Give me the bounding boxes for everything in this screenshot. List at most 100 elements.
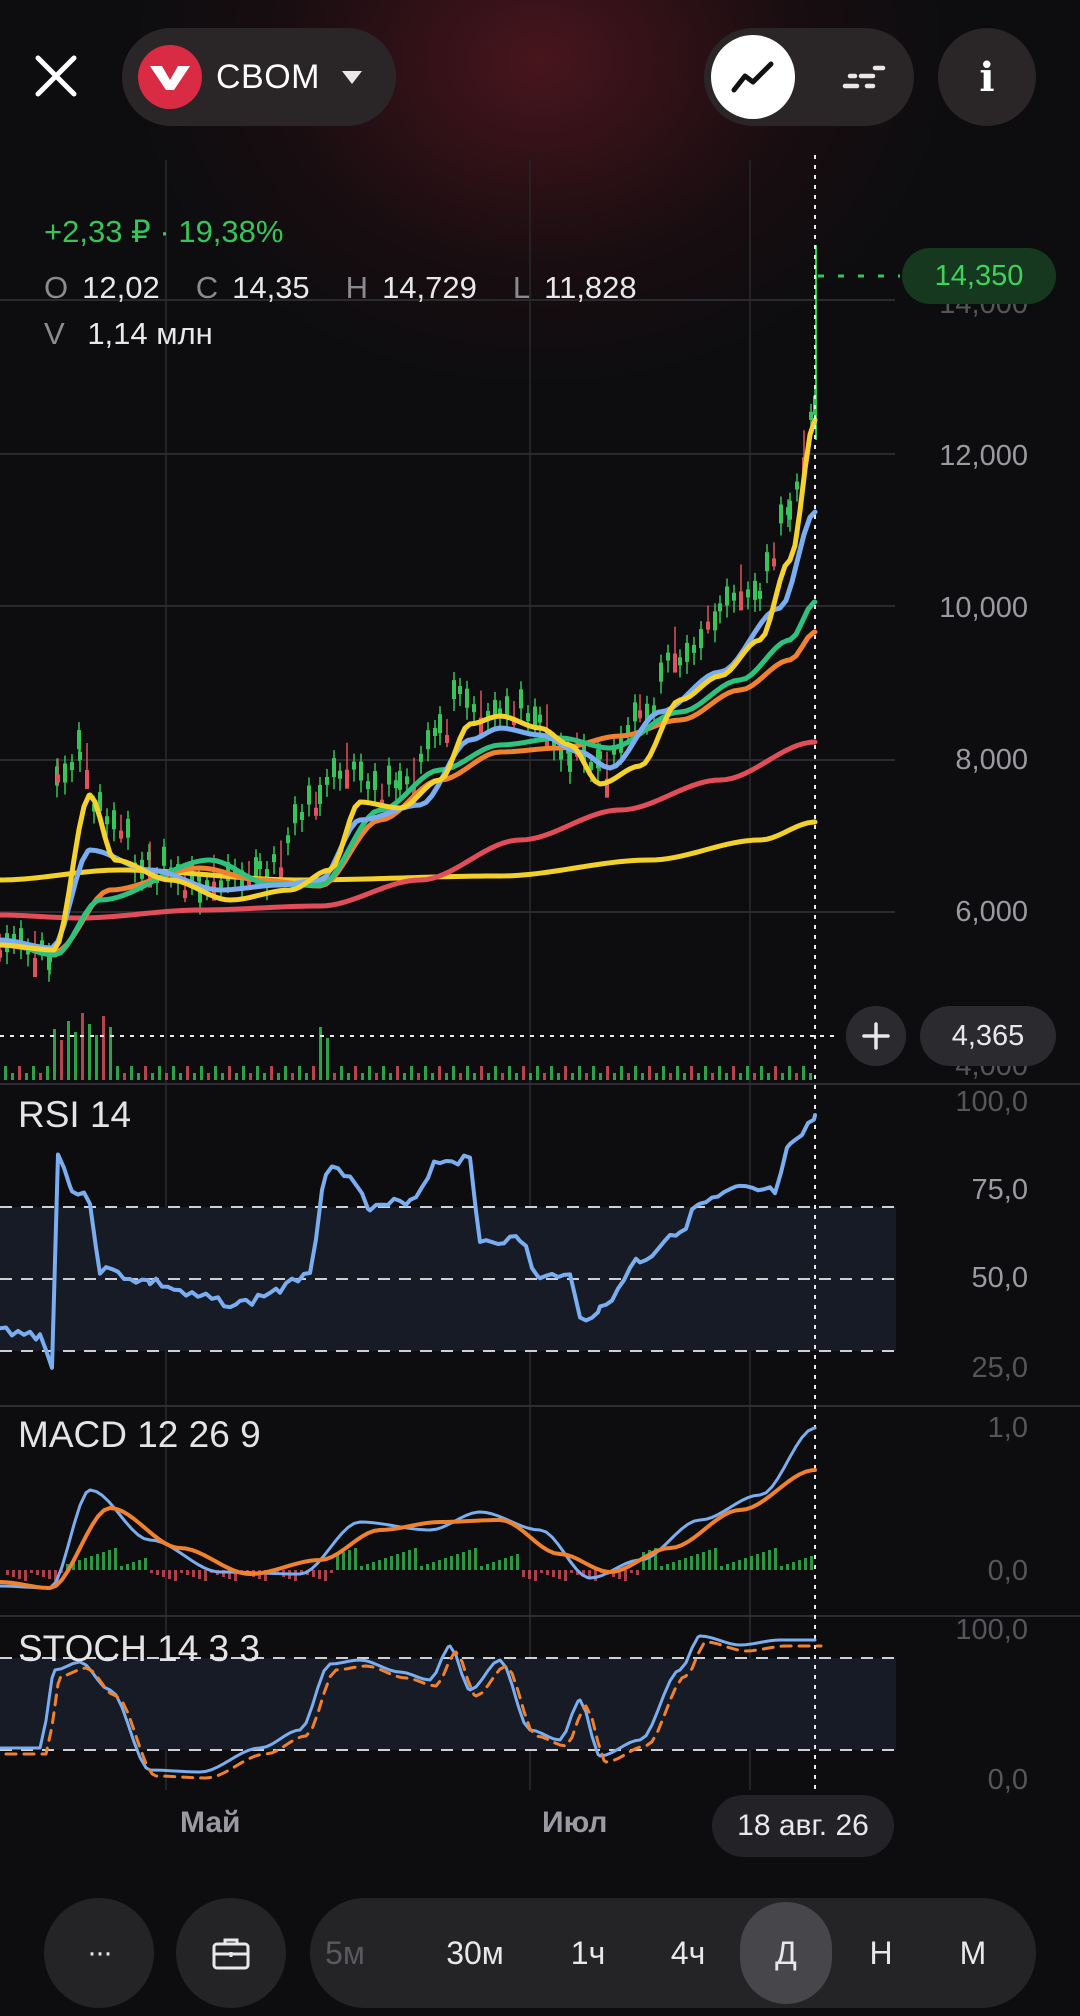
candle-body <box>338 770 342 779</box>
candle-body <box>307 785 311 805</box>
volume-bar <box>606 1066 609 1080</box>
volume-bar <box>438 1066 441 1080</box>
candle-body <box>538 714 542 723</box>
volume-bar <box>193 1073 196 1080</box>
info-icon: i <box>979 53 995 101</box>
candle-body <box>366 781 370 790</box>
volume-bar <box>557 1073 560 1080</box>
macd-histogram-bar <box>528 1570 531 1579</box>
timeframe-30m[interactable]: 30м <box>422 1898 528 2008</box>
volume-bar <box>60 1040 63 1080</box>
macd-histogram-bar <box>444 1558 447 1570</box>
candle-body <box>433 728 437 737</box>
candle-body <box>765 552 769 572</box>
close-value: 14,35 <box>232 270 310 305</box>
candle-body <box>739 591 743 611</box>
volume-bar <box>277 1073 280 1080</box>
macd-histogram-bar <box>792 1562 795 1570</box>
candle-body <box>713 611 717 631</box>
timeframe-1h[interactable]: 1ч <box>542 1898 634 2008</box>
macd-histogram-bar <box>78 1560 81 1570</box>
candle-body <box>105 816 109 825</box>
volume-bar <box>613 1073 616 1080</box>
macd-histogram-bar <box>552 1570 555 1577</box>
candle-body <box>659 662 663 682</box>
volume-bar <box>389 1073 392 1080</box>
info-button[interactable]: i <box>938 28 1036 126</box>
macd-histogram-bar <box>558 1570 561 1579</box>
macd-histogram-bar <box>432 1562 435 1570</box>
volume-bar <box>655 1073 658 1080</box>
timeframe-day[interactable]: Д <box>740 1902 832 2004</box>
cursor-date-tag: 18 авг. 26 <box>712 1795 894 1857</box>
volume-bar <box>18 1066 21 1080</box>
volume-bar <box>452 1066 455 1080</box>
macd-histogram-bar <box>594 1570 597 1581</box>
macd-histogram-bar <box>684 1558 687 1570</box>
volume-bar <box>753 1073 756 1080</box>
macd-histogram-bar <box>522 1570 525 1577</box>
volume-bar <box>102 1016 105 1080</box>
candle-body <box>162 846 166 866</box>
macd-histogram-bar <box>438 1560 441 1570</box>
macd-histogram-bar <box>384 1558 387 1570</box>
timeframe-month[interactable]: М <box>926 1898 1020 2008</box>
candle-body <box>70 762 74 771</box>
volume-bar <box>270 1066 273 1080</box>
macd-histogram-bar <box>624 1570 627 1581</box>
volume-bar <box>648 1066 651 1080</box>
candle-body <box>633 702 637 722</box>
candles-mode-button[interactable] <box>822 35 906 119</box>
volume-bar <box>361 1073 364 1080</box>
volume-bar <box>46 1066 49 1080</box>
candle-body <box>673 653 677 673</box>
timeframe-4h[interactable]: 4ч <box>642 1898 734 2008</box>
close-button[interactable] <box>24 44 88 108</box>
volume-bar <box>627 1073 630 1080</box>
volume-bar <box>4 1066 7 1080</box>
volume-bar <box>67 1021 70 1080</box>
volume-bar <box>543 1073 546 1080</box>
candle-body <box>373 771 377 791</box>
stoch-title: STOCH 14 3 3 <box>18 1628 260 1669</box>
line-chart-icon <box>731 61 774 93</box>
price-chart[interactable] <box>0 150 1080 1790</box>
volume-bar <box>186 1066 189 1080</box>
portfolio-button[interactable] <box>176 1898 286 2008</box>
candle-body <box>465 688 469 708</box>
low-value: 11,828 <box>544 270 637 305</box>
line-chart-mode-button[interactable] <box>711 35 795 119</box>
macd-histogram-bar <box>738 1560 741 1570</box>
macd-histogram-bar <box>804 1558 807 1570</box>
macd-histogram-bar <box>348 1550 351 1570</box>
candle-body <box>725 586 729 606</box>
volume-bar <box>536 1066 539 1080</box>
candle-body <box>638 710 642 719</box>
volume-bar <box>151 1073 154 1080</box>
macd-histogram-bar <box>414 1548 417 1570</box>
volume-bar <box>109 1027 112 1080</box>
candle-body <box>126 818 130 838</box>
volume-bar <box>564 1066 567 1080</box>
volume-bar <box>137 1073 140 1080</box>
more-button[interactable]: ··· <box>44 1898 154 2008</box>
timeframe-week[interactable]: Н <box>836 1898 926 2008</box>
macd-histogram-bar <box>420 1566 423 1570</box>
price-tick: 12,000 <box>939 440 1028 472</box>
open-label: O <box>44 270 69 305</box>
macd-histogram-bar <box>630 1570 633 1573</box>
timeframe-5m[interactable]: 5м <box>310 1898 380 2008</box>
add-alert-button[interactable] <box>846 1006 906 1066</box>
candle-body <box>426 730 430 750</box>
candle-body <box>519 689 523 709</box>
macd-histogram-bar <box>366 1564 369 1570</box>
volume-bar <box>172 1066 175 1080</box>
ticker-selector[interactable]: CBOM <box>122 28 396 126</box>
volume-bar <box>284 1066 287 1080</box>
candle-body <box>533 706 537 726</box>
macd-histogram-bar <box>108 1550 111 1570</box>
rsi-tick: 75,0 <box>971 1174 1028 1206</box>
candle-body <box>445 735 449 744</box>
volume-bar <box>445 1073 448 1080</box>
volume-bar <box>725 1073 728 1080</box>
